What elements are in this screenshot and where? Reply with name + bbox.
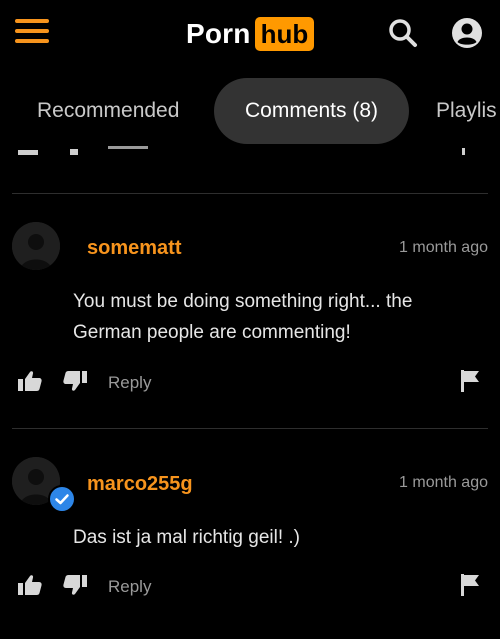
top-bar: Porn hub — [0, 0, 500, 68]
avatar[interactable] — [12, 222, 60, 270]
reply-button[interactable]: Reply — [108, 373, 151, 393]
reply-button[interactable]: Reply — [108, 577, 151, 597]
comment-text: You must be doing something right... the… — [73, 291, 413, 343]
user-account-icon[interactable] — [450, 16, 484, 50]
thumbs-down-icon[interactable] — [63, 574, 87, 601]
comment-timestamp: 1 month ago — [399, 474, 488, 491]
verified-badge-icon — [48, 485, 76, 513]
comment-item: marco255g 1 month ago Das ist ja mal ric… — [0, 429, 500, 639]
comment-item: somematt 1 month ago You must be doing s… — [0, 194, 500, 428]
comment-username[interactable]: somematt — [87, 237, 181, 260]
search-icon[interactable] — [386, 16, 420, 50]
previous-comment-actions — [0, 138, 500, 160]
tab-recommended[interactable]: Recommended — [37, 78, 179, 144]
flag-icon[interactable] — [461, 370, 481, 397]
thumbs-down-icon[interactable] — [63, 370, 87, 397]
logo-text-porn: Porn — [186, 18, 251, 49]
app: Porn hub Recommended Comments (8) Playli… — [0, 0, 500, 639]
site-logo[interactable]: Porn hub — [186, 16, 315, 52]
tab-playlists[interactable]: Playlis — [436, 78, 497, 144]
comment-text: Das ist ja mal richtig geil! .) — [73, 527, 301, 548]
comment-timestamp: 1 month ago — [399, 239, 488, 256]
flag-icon[interactable] — [461, 574, 481, 601]
thumbs-up-icon[interactable] — [18, 574, 42, 601]
tab-comments[interactable]: Comments (8) — [214, 78, 409, 144]
thumbs-up-icon[interactable] — [18, 370, 42, 397]
hamburger-menu-icon[interactable] — [15, 19, 49, 47]
comment-username[interactable]: marco255g — [87, 473, 193, 496]
logo-text-hub: hub — [254, 17, 315, 51]
